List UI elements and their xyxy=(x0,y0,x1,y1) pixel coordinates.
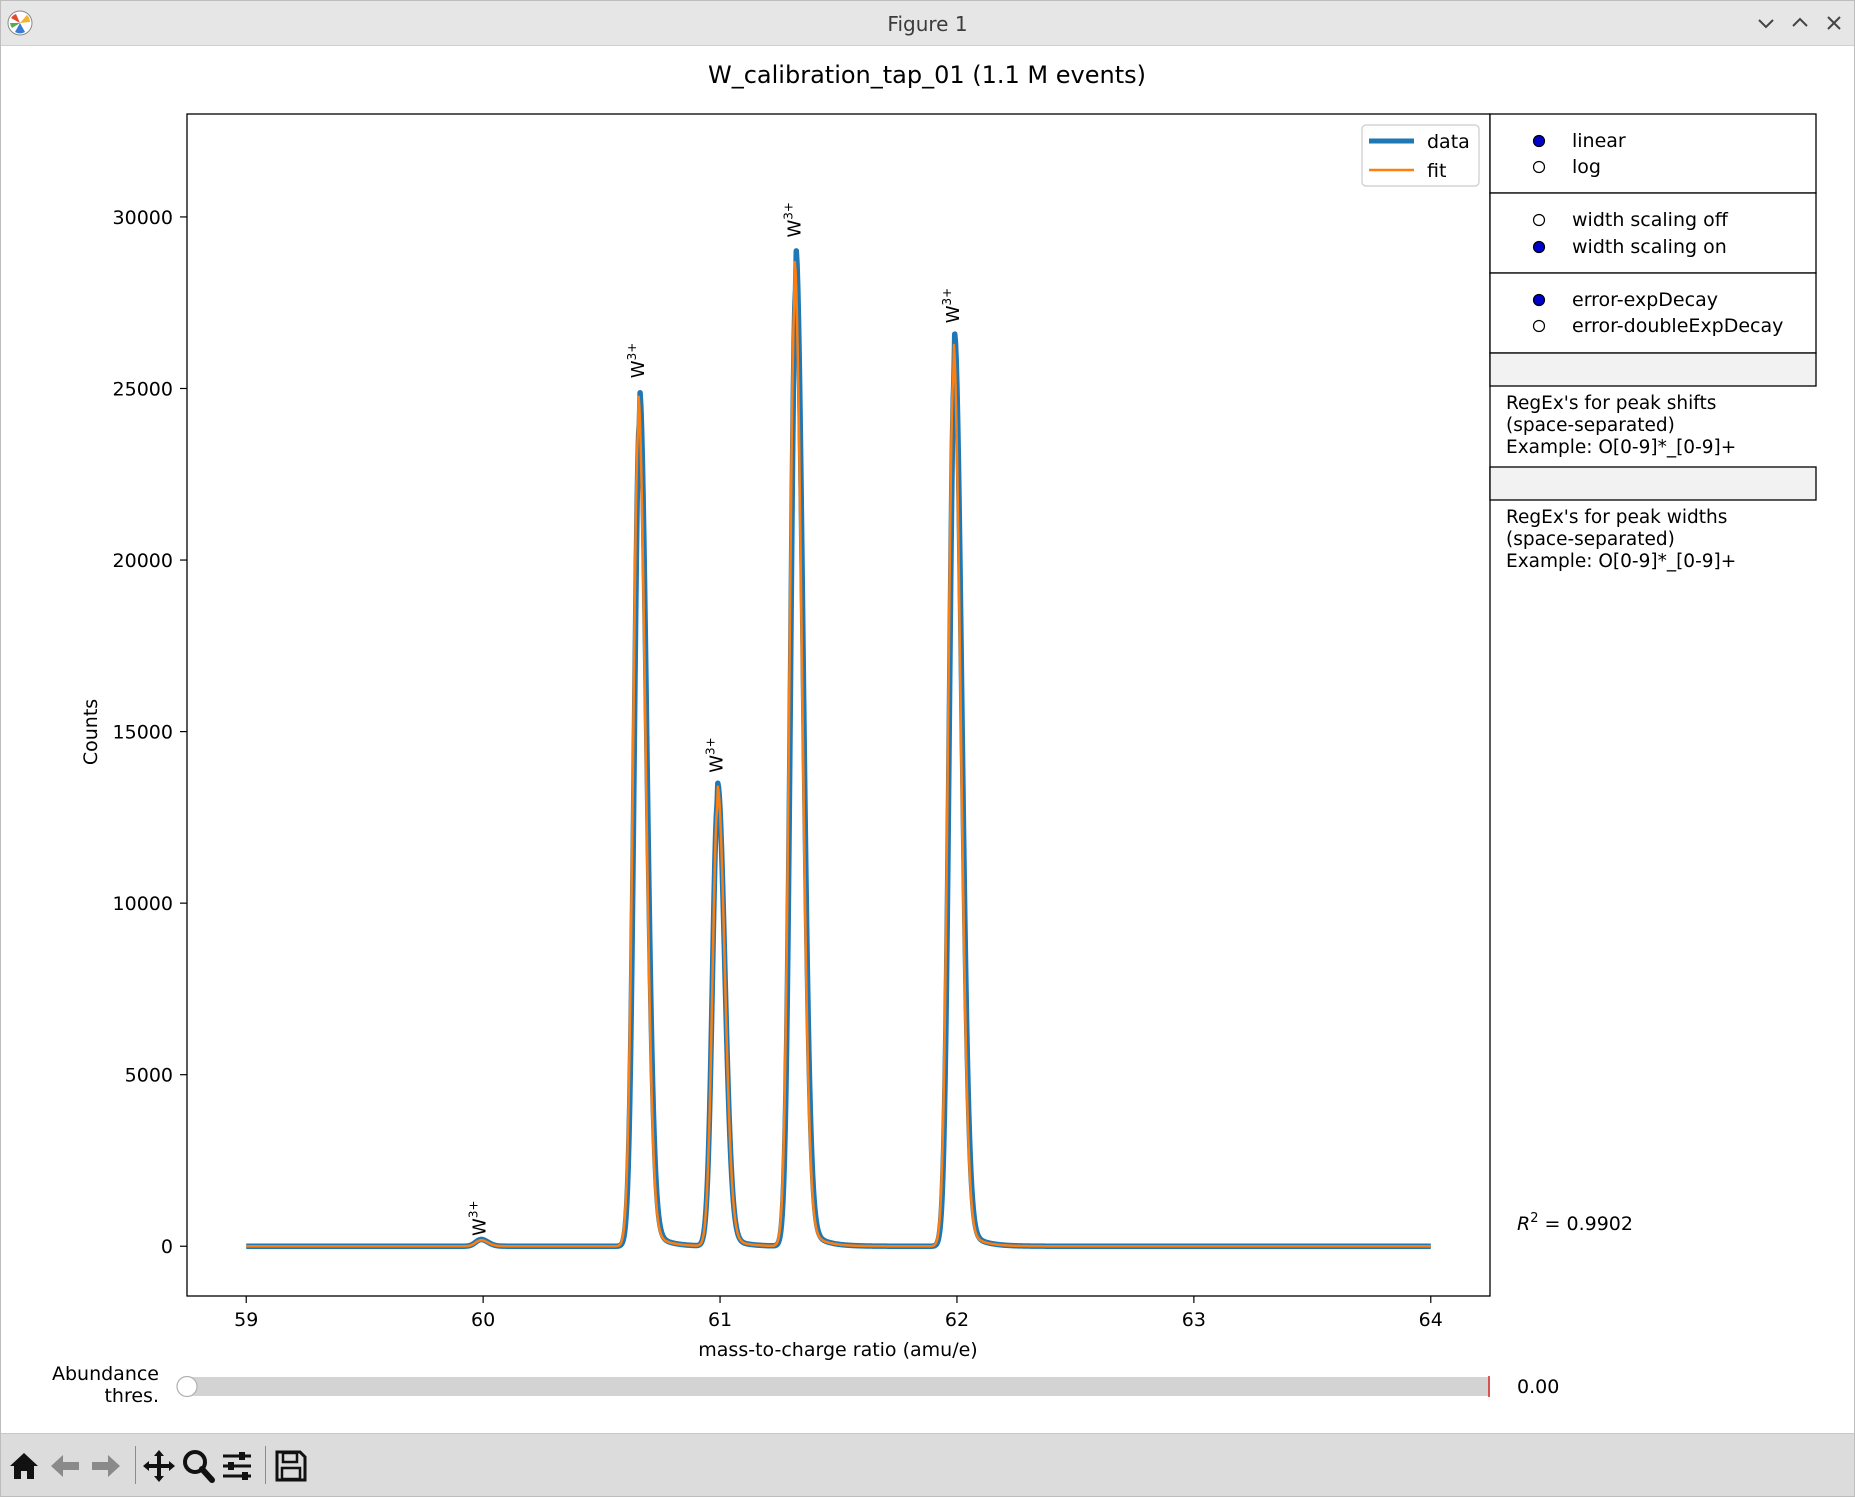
y-tick-label: 5000 xyxy=(125,1065,173,1087)
y-tick-label: 30000 xyxy=(113,207,173,229)
x-tick-label: 61 xyxy=(708,1309,732,1331)
pan-icon[interactable] xyxy=(140,1447,178,1485)
y-axis-label: Counts xyxy=(80,699,102,765)
r-squared-exponent: 2 xyxy=(1530,1211,1538,1226)
slider-track[interactable] xyxy=(187,1377,1490,1396)
error-radio-group[interactable]: error-expDecay error-doubleExpDecay xyxy=(1489,272,1817,354)
radio-width-off[interactable] xyxy=(1532,213,1546,227)
slider-label-line2: thres. xyxy=(104,1385,159,1407)
zoom-icon[interactable] xyxy=(179,1447,217,1485)
radio-log[interactable] xyxy=(1532,160,1546,174)
abundance-threshold-slider[interactable]: Abundance thres. 0.00 xyxy=(52,1363,1559,1407)
legend-data-label: data xyxy=(1427,131,1470,153)
figure-title: W_calibration_tap_01 (1.1 M events) xyxy=(708,61,1146,89)
x-tick-label: 59 xyxy=(234,1309,258,1331)
y-tick-label: 0 xyxy=(161,1236,173,1258)
legend-fit-label: fit xyxy=(1427,160,1446,182)
slider-value: 0.00 xyxy=(1517,1376,1559,1398)
peak-shift-help-line2: (space-separated) xyxy=(1506,415,1675,436)
minimize-icon[interactable] xyxy=(1752,9,1780,37)
close-icon[interactable] xyxy=(1820,9,1848,37)
window-title: Figure 1 xyxy=(887,12,968,36)
radio-log-label[interactable]: log xyxy=(1572,156,1601,178)
y-tick-label: 10000 xyxy=(113,893,173,915)
configure-subplots-icon[interactable] xyxy=(218,1447,256,1485)
navigation-toolbar xyxy=(1,1433,1854,1496)
peak-width-help-line2: (space-separated) xyxy=(1506,529,1675,550)
figure-canvas: W_calibration_tap_01 (1.1 M events) 59 60… xyxy=(52,61,1817,1407)
toolbar-separator xyxy=(135,1446,136,1484)
maximize-icon[interactable] xyxy=(1786,9,1814,37)
legend: data fit xyxy=(1361,124,1480,187)
peak-shift-help-line1: RegEx's for peak shifts xyxy=(1506,393,1716,414)
peak-shift-help-line3: Example: O[0-9]*_[0-9]+ xyxy=(1506,437,1736,458)
peak-width-regex-input[interactable] xyxy=(1489,466,1817,501)
slider-handle[interactable] xyxy=(176,1375,198,1398)
error-radio-frame xyxy=(1489,272,1817,354)
peak-shift-regex-widget[interactable]: RegEx's for peak shifts (space-separated… xyxy=(1489,352,1817,458)
back-icon[interactable] xyxy=(46,1447,84,1485)
radio-error-doubleexpdecay-label[interactable]: error-doubleExpDecay xyxy=(1572,315,1783,337)
x-tick-label: 60 xyxy=(471,1309,495,1331)
width-radio-group[interactable]: width scaling off width scaling on xyxy=(1489,192,1817,274)
radio-linear[interactable] xyxy=(1532,134,1546,148)
radio-width-on[interactable] xyxy=(1532,240,1546,254)
radio-error-doubleexpdecay[interactable] xyxy=(1532,319,1546,333)
peak-width-regex-widget[interactable]: RegEx's for peak widths (space-separated… xyxy=(1489,466,1817,572)
y-tick-label: 15000 xyxy=(113,722,173,744)
r-squared-value: = 0.9902 xyxy=(1538,1213,1632,1235)
radio-error-expdecay[interactable] xyxy=(1532,293,1546,307)
radio-width-off-label[interactable]: width scaling off xyxy=(1572,209,1729,231)
peak-width-help-line1: RegEx's for peak widths xyxy=(1506,507,1727,528)
x-tick-label: 62 xyxy=(945,1309,969,1331)
x-tick-label: 63 xyxy=(1182,1309,1206,1331)
x-tick-label: 64 xyxy=(1419,1309,1443,1331)
axes-frame xyxy=(186,113,1491,1297)
slider-label-line1: Abundance xyxy=(52,1363,159,1385)
r-squared-readout: R2 = 0.9902 xyxy=(1517,1211,1633,1235)
y-tick-label: 20000 xyxy=(113,550,173,572)
x-axis-label: mass-to-charge ratio (amu/e) xyxy=(698,1339,977,1361)
scale-radio-group[interactable]: linear log xyxy=(1489,113,1817,194)
r-squared-symbol: R xyxy=(1517,1213,1530,1235)
y-tick-label: 25000 xyxy=(113,378,173,400)
x-axis-ticks: 59 60 61 62 63 64 xyxy=(234,1296,1443,1331)
radio-error-expdecay-label[interactable]: error-expDecay xyxy=(1572,289,1718,311)
radio-width-on-label[interactable]: width scaling on xyxy=(1572,236,1727,258)
width-radio-frame xyxy=(1489,192,1817,274)
figure-window: Figure 1 W_calibration_tap_01 (1.1 M eve… xyxy=(0,0,1855,1497)
plot-axes[interactable]: 59 60 61 62 63 64 0 5000 10000 15000 20000 25000 30… xyxy=(80,113,1491,1361)
window-titlebar[interactable]: Figure 1 xyxy=(1,1,1854,46)
y-axis-ticks: 0 5000 10000 15000 20000 25000 30000 xyxy=(113,207,187,1258)
scale-radio-frame xyxy=(1489,113,1817,194)
radio-linear-label[interactable]: linear xyxy=(1572,130,1626,152)
toolbar-separator xyxy=(265,1446,266,1484)
peak-width-help-line3: Example: O[0-9]*_[0-9]+ xyxy=(1506,551,1736,572)
save-icon[interactable] xyxy=(272,1447,310,1485)
home-icon[interactable] xyxy=(5,1447,43,1485)
forward-icon[interactable] xyxy=(87,1447,125,1485)
peak-shift-regex-input[interactable] xyxy=(1489,352,1817,387)
